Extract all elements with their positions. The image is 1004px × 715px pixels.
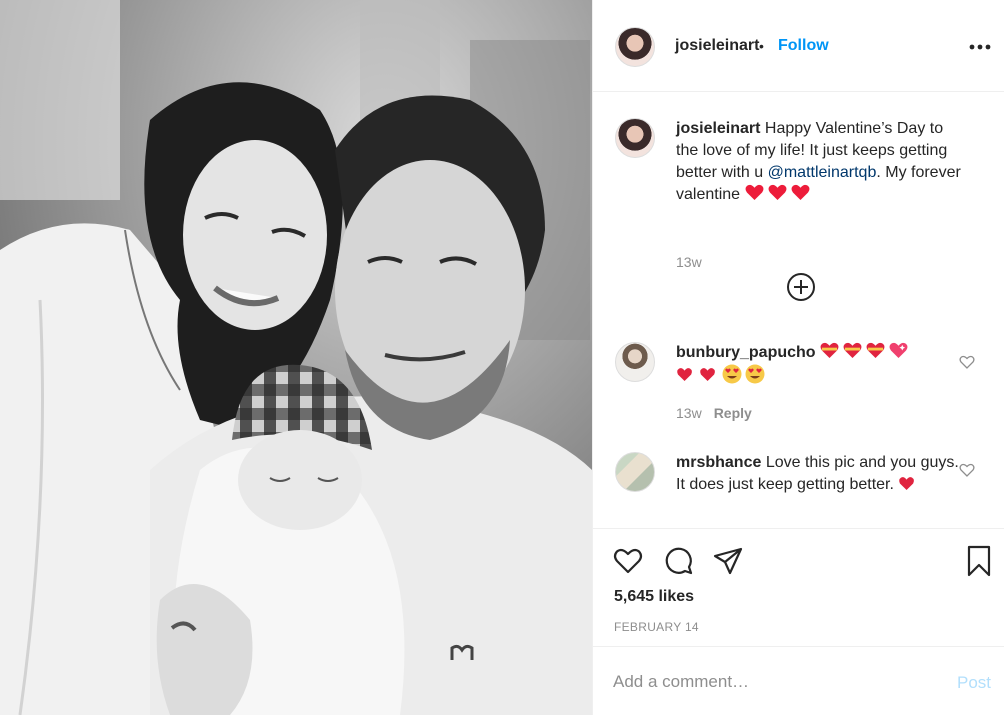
- caption-time[interactable]: 13w: [676, 254, 702, 270]
- red-heart-emoji-icon: [791, 184, 809, 201]
- author-avatar[interactable]: [615, 27, 655, 67]
- post-comment-button[interactable]: Post: [957, 673, 991, 693]
- post-header: josieleinart • Follow: [593, 0, 1004, 92]
- sparkling-heart-emoji-icon: [889, 342, 908, 359]
- post-actions: 5,645 likes FEBRUARY 14: [593, 528, 1004, 646]
- comment-text: bunbury_papucho: [676, 342, 966, 387]
- comment-text: mrsbhance Love this pic and you guys. It…: [676, 452, 966, 496]
- post-side-panel: josieleinart • Follow josieleinart Happy…: [592, 0, 1004, 715]
- like-comment-heart-icon[interactable]: [959, 462, 975, 478]
- post-date[interactable]: FEBRUARY 14: [614, 620, 699, 634]
- bookmark-icon[interactable]: [963, 545, 995, 577]
- comment-meta: 13w Reply: [676, 405, 752, 421]
- paper-plane-icon[interactable]: [712, 545, 744, 577]
- commenter-avatar[interactable]: [615, 342, 655, 382]
- two-hearts-emoji-icon: [677, 368, 692, 382]
- heart-with-ribbon-emoji-icon: [843, 342, 862, 359]
- heart-outline-icon[interactable]: [612, 545, 644, 577]
- comment-time[interactable]: 13w: [676, 405, 702, 421]
- author-username[interactable]: josieleinart: [675, 37, 759, 55]
- post-photo[interactable]: [0, 0, 592, 715]
- commenter-username[interactable]: bunbury_papucho: [676, 344, 816, 361]
- add-comment-input[interactable]: [613, 669, 933, 695]
- comments-list[interactable]: josieleinart Happy Valentine’s Day to th…: [593, 92, 1004, 528]
- caption-text: josieleinart Happy Valentine’s Day to th…: [676, 118, 966, 206]
- two-hearts-emoji-icon: [700, 368, 715, 382]
- heart-with-ribbon-emoji-icon: [820, 342, 839, 359]
- red-heart-emoji-icon: [745, 184, 763, 201]
- commenter-avatar[interactable]: [615, 452, 655, 492]
- like-comment-heart-icon[interactable]: [959, 354, 975, 370]
- reply-button[interactable]: Reply: [714, 405, 752, 421]
- heart-with-ribbon-emoji-icon: [866, 342, 885, 359]
- family-photo-illustration: [0, 0, 592, 715]
- commenter-username[interactable]: mrsbhance: [676, 454, 761, 471]
- likes-count[interactable]: 5,645 likes: [614, 588, 694, 606]
- separator-dot: •: [759, 38, 764, 54]
- plus-circle-icon[interactable]: [786, 272, 816, 302]
- two-hearts-emoji-icon: [899, 477, 915, 491]
- caption-mention[interactable]: @mattleinartqb: [768, 164, 877, 181]
- more-options-icon[interactable]: [969, 33, 991, 56]
- follow-button[interactable]: Follow: [778, 37, 829, 55]
- caption-username[interactable]: josieleinart: [676, 120, 760, 137]
- caption-avatar[interactable]: [615, 118, 655, 158]
- heart-eyes-face-emoji-icon: [722, 364, 742, 384]
- comment-bubble-icon[interactable]: [663, 545, 695, 577]
- heart-eyes-face-emoji-icon: [745, 364, 765, 384]
- red-heart-emoji-icon: [768, 184, 786, 201]
- add-comment-bar: Post: [593, 646, 1004, 715]
